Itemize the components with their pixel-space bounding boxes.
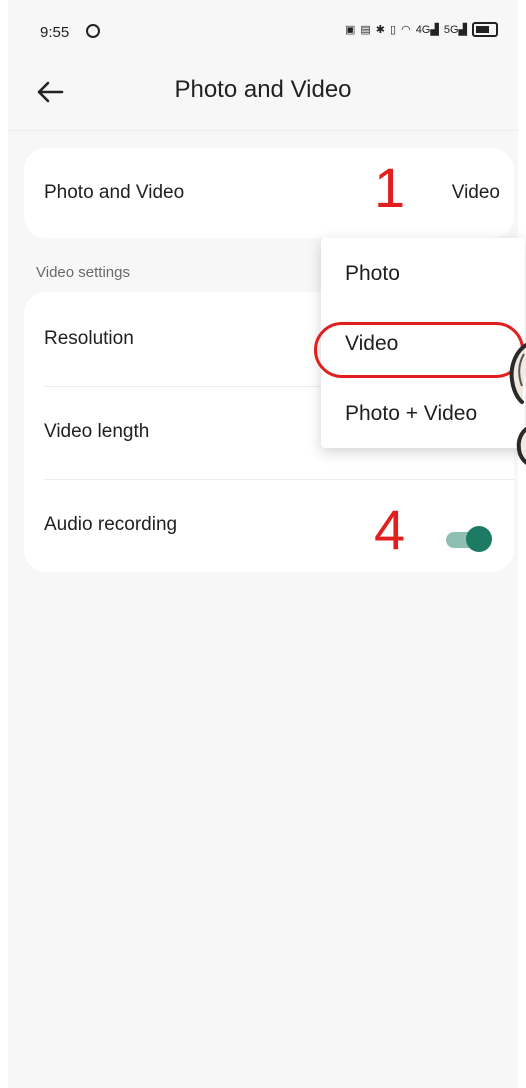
pointing-hand-icon [509,342,526,465]
app-bar: Photo and Video [8,62,518,131]
battery-icon [472,22,498,37]
audio-recording-label: Audio recording [44,514,178,535]
page-title: Photo and Video [174,76,352,103]
audio-recording-row: Audio recording [24,480,514,572]
highlight-circle [314,322,524,378]
vibration-icon: ▯ [390,24,397,36]
capture-mode-value: Video [451,182,500,203]
video-settings-header: Video settings [36,264,130,281]
annotation-step-4: 4 [374,498,406,561]
resolution-label: Resolution [44,328,134,349]
status-icons: ▣ ▤ ✱ ▯ ◠ 4G▟ 5G▟ [345,22,498,37]
wechat-icon [86,24,100,38]
dropdown-option-photo[interactable]: Photo [345,262,400,286]
signal-2-icon: 5G▟ [443,24,467,36]
signal-1-icon: 4G▟ [415,24,439,36]
capture-mode-label: Photo and Video [44,182,185,203]
capture-mode-row[interactable]: Photo and Video Video [24,148,514,238]
nfc-icon: ▣ [344,24,356,36]
annotation-step-1: 1 [374,156,406,219]
status-time: 9:55 [40,24,70,41]
settings-screen: 9:55 ▣ ▤ ✱ ▯ ◠ 4G▟ 5G▟ Photo and Video P… [8,0,526,1088]
toggle-thumb [466,526,492,552]
audio-recording-toggle[interactable] [442,526,492,552]
wifi-icon: ◠ [401,24,411,36]
dropdown-option-photo-video[interactable]: Photo + Video [345,402,477,426]
status-bar: 9:55 ▣ ▤ ✱ ▯ ◠ 4G▟ 5G▟ [8,0,518,62]
video-length-label: Video length [44,421,150,442]
bluetooth-icon: ✱ [375,24,386,36]
vibrate-icon: ▤ [360,24,371,36]
